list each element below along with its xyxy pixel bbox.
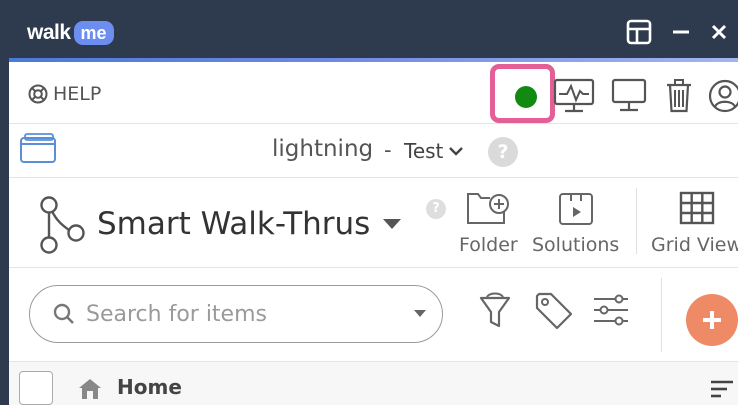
search-row <box>9 268 738 362</box>
environment-help-icon[interactable]: ? <box>488 137 518 167</box>
search-input[interactable] <box>86 301 386 327</box>
search-divider <box>661 278 662 352</box>
section-selector[interactable]: Smart Walk-Thrus <box>97 206 402 242</box>
walkme-logo: walk me <box>27 20 114 46</box>
environment-selected-label: Test <box>404 139 444 163</box>
breadcrumb-home[interactable]: Home <box>117 375 182 399</box>
section-help-icon[interactable]: ? <box>426 199 446 219</box>
home-icon <box>79 379 101 399</box>
environment-name: lightning <box>272 136 374 162</box>
search-box <box>29 285 443 343</box>
add-item-button[interactable] <box>686 294 738 346</box>
solutions-label: Solutions <box>532 234 620 256</box>
tags-button[interactable] <box>533 290 575 336</box>
caret-down-icon <box>383 219 402 229</box>
filter-icon <box>479 292 511 328</box>
delete-button[interactable] <box>657 76 701 116</box>
environment-separator: - <box>384 138 392 162</box>
preview-button[interactable] <box>607 76 651 116</box>
help-button[interactable]: HELP <box>27 83 101 105</box>
desktop-icon <box>611 78 647 112</box>
monitor-activity-button[interactable] <box>552 76 596 116</box>
filter-button[interactable] <box>475 290 515 338</box>
solutions-icon <box>558 193 593 225</box>
layout-icon <box>626 19 652 45</box>
search-dropdown-icon[interactable] <box>414 310 426 318</box>
new-folder-button[interactable]: Folder <box>459 190 518 256</box>
title-bar: walk me <box>9 0 738 62</box>
sliders-icon <box>594 294 628 326</box>
section-divider <box>636 188 637 254</box>
connection-status-dot[interactable] <box>515 86 537 108</box>
close-button[interactable] <box>703 16 735 48</box>
browser-window-icon <box>20 133 56 163</box>
plus-icon <box>703 311 721 329</box>
folder-label: Folder <box>459 234 518 256</box>
chevron-down-icon <box>449 147 464 156</box>
logo-text-me: me <box>73 21 114 45</box>
environment-panel-button[interactable] <box>19 132 57 168</box>
solutions-button[interactable]: Solutions <box>532 190 619 256</box>
grid-icon <box>679 191 714 225</box>
top-toolbar: HELP <box>9 64 738 124</box>
help-label: HELP <box>53 83 102 105</box>
list-header-row: Home <box>9 362 738 405</box>
logo-text-walk: walk <box>27 21 71 44</box>
section-header: Smart Walk-Thrus ? Folder Solutions Grid… <box>9 178 738 268</box>
settings-sliders-button[interactable] <box>591 290 631 334</box>
minimize-button[interactable] <box>665 16 697 48</box>
folder-plus-icon <box>467 193 510 224</box>
search-icon <box>53 303 74 324</box>
account-button[interactable] <box>703 76 738 116</box>
activity-monitor-icon <box>553 78 595 113</box>
environment-row: lightning - Test ? <box>9 124 738 178</box>
select-all-checkbox[interactable] <box>19 371 53 405</box>
minimize-icon <box>673 30 689 34</box>
grid-view-label: Grid View <box>651 234 738 256</box>
user-circle-icon <box>708 79 738 113</box>
trash-icon <box>667 79 691 113</box>
lifebuoy-icon <box>28 84 48 104</box>
close-icon <box>711 24 727 40</box>
title-accent-bar <box>9 58 738 62</box>
layout-toggle-button[interactable] <box>623 16 655 48</box>
walkthru-flow-icon <box>35 194 91 260</box>
section-title: Smart Walk-Thrus <box>97 206 371 242</box>
status-highlight-box <box>490 64 555 123</box>
grid-view-button[interactable]: Grid View <box>651 190 738 256</box>
tag-icon <box>535 292 573 330</box>
sort-icon[interactable] <box>709 378 735 400</box>
walkme-window: walk me HELP lightning - Test ? Smart Wa… <box>0 0 738 405</box>
environment-dropdown[interactable]: Test <box>404 139 464 163</box>
